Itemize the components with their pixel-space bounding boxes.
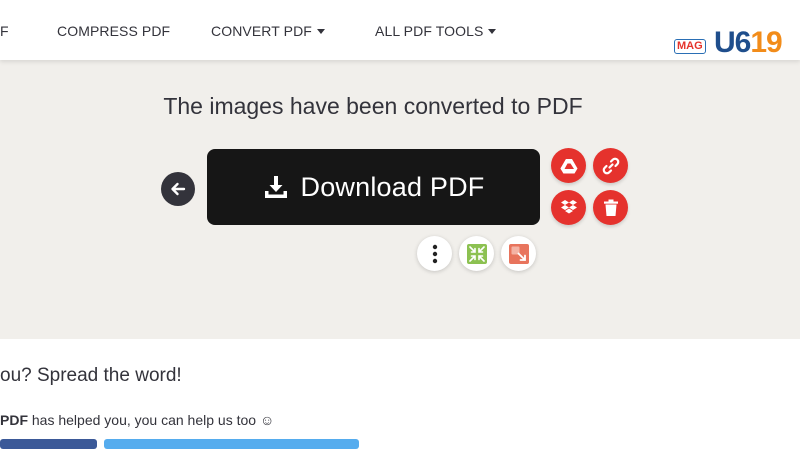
- trash-icon: [603, 199, 618, 216]
- more-vertical-icon: [432, 244, 437, 263]
- nav-item-convert-pdf[interactable]: CONVERT PDF: [211, 23, 325, 39]
- delete-button[interactable]: [593, 190, 628, 225]
- nav-item-label: CONVERT PDF: [211, 23, 312, 39]
- spread-text-rest: has helped you, you can help us too ☺: [28, 412, 275, 428]
- back-button[interactable]: [161, 172, 195, 206]
- compress-icon: [466, 243, 487, 264]
- nav-item-partial[interactable]: F: [0, 23, 9, 39]
- spread-text-bold: PDF: [0, 412, 28, 428]
- page-title: The images have been converted to PDF: [163, 93, 583, 119]
- link-icon: [602, 157, 619, 174]
- logo-badge: MAG: [674, 39, 706, 54]
- download-label: Download PDF: [300, 171, 485, 202]
- watermark-logo: MAG U619: [668, 2, 800, 60]
- nav-item-label: COMPRESS PDF: [57, 23, 171, 39]
- share-twitter-button[interactable]: [104, 439, 359, 449]
- logo-mark: U619: [714, 26, 783, 59]
- nav-item-label: ALL PDF TOOLS: [375, 23, 484, 39]
- spread-title: ou? Spread the word!: [0, 365, 182, 386]
- google-drive-icon: [560, 158, 577, 173]
- nav-item-compress-pdf[interactable]: COMPRESS PDF: [57, 23, 170, 39]
- arrow-left-icon: [171, 182, 186, 196]
- split-icon: [508, 243, 529, 264]
- split-pdf-button[interactable]: [501, 236, 536, 271]
- nav-item-all-pdf-tools[interactable]: ALL PDF TOOLS: [375, 23, 497, 39]
- caret-down-icon: [488, 29, 497, 34]
- top-navbar: F COMPRESS PDF CONVERT PDF ALL PDF TOOLS…: [0, 0, 800, 60]
- download-pdf-button[interactable]: Download PDF: [207, 149, 540, 225]
- more-options-button[interactable]: [417, 236, 452, 271]
- caret-down-icon: [316, 29, 325, 34]
- copy-link-button[interactable]: [593, 148, 628, 183]
- spread-text: PDF has helped you, you can help us too …: [0, 412, 274, 428]
- download-icon: [263, 174, 289, 200]
- compress-pdf-button[interactable]: [459, 236, 494, 271]
- save-to-drive-button[interactable]: [551, 148, 586, 183]
- dropbox-icon: [560, 200, 577, 214]
- save-to-dropbox-button[interactable]: [551, 190, 586, 225]
- share-facebook-button[interactable]: [0, 439, 97, 449]
